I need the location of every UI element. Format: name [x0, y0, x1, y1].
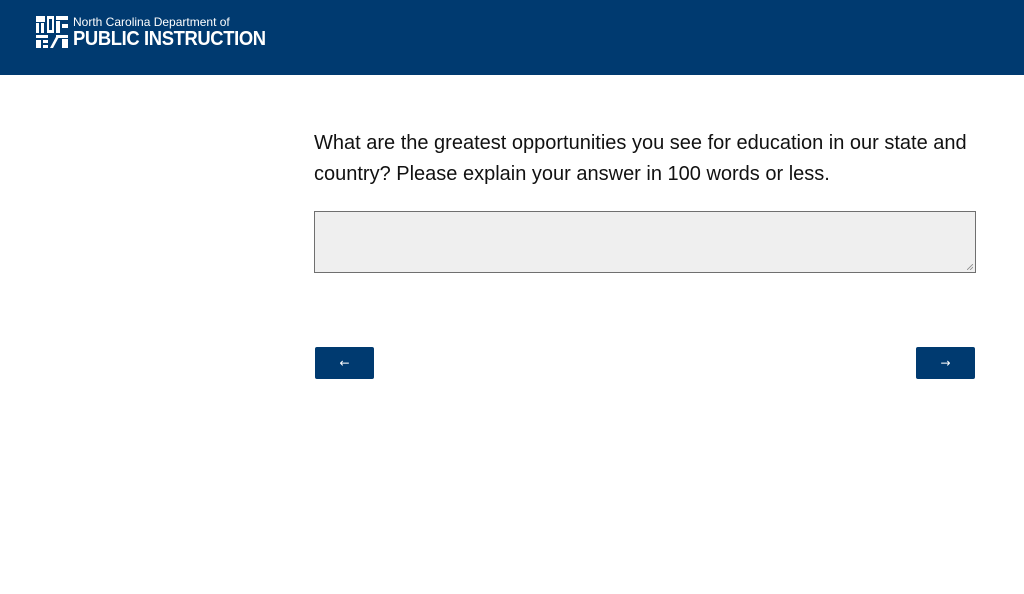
- site-header: North Carolina Department of PUBLIC INST…: [0, 0, 1024, 75]
- answer-textarea[interactable]: [314, 211, 976, 273]
- ncdpi-logo[interactable]: North Carolina Department of PUBLIC INST…: [35, 15, 282, 49]
- logo-text: North Carolina Department of PUBLIC INST…: [73, 15, 282, 49]
- ncdpi-logo-icon: [35, 15, 69, 49]
- org-name-line2: PUBLIC INSTRUCTION: [73, 28, 266, 50]
- next-button[interactable]: →: [916, 347, 975, 379]
- question-text: What are the greatest opportunities you …: [314, 132, 967, 185]
- org-name-line1: North Carolina Department of: [73, 15, 230, 29]
- previous-button[interactable]: ←: [315, 347, 374, 379]
- resize-handle-icon[interactable]: [967, 264, 973, 270]
